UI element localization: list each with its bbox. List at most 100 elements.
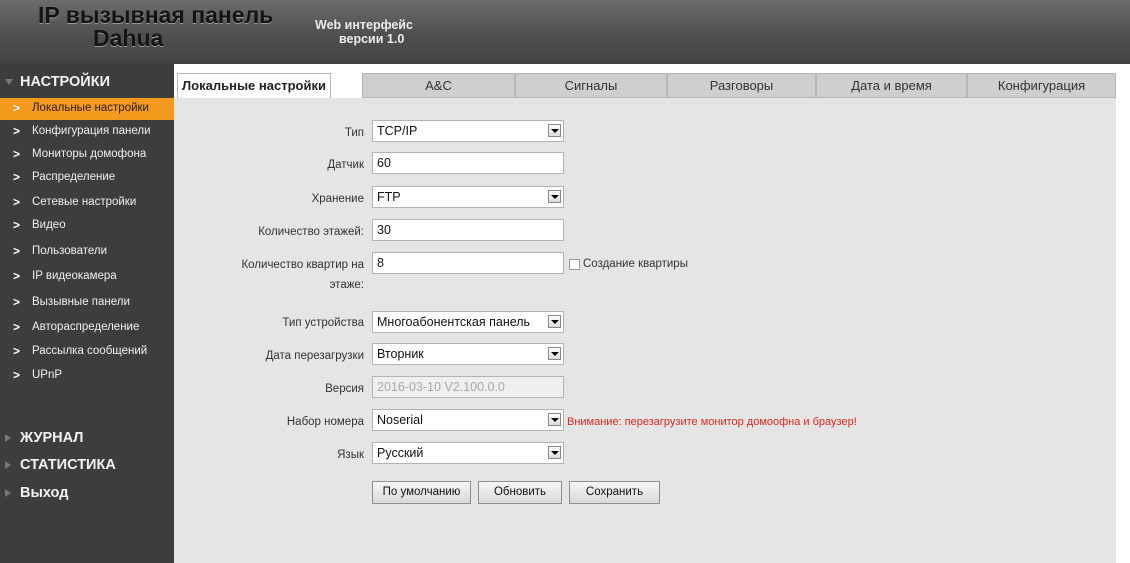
sidebar-item-label: Мониторы домофона <box>32 148 147 160</box>
sidebar-item-label: IP видеокамера <box>32 270 117 282</box>
device-type-select[interactable]: Многоабонентская панель <box>372 311 564 333</box>
sidebar-item-messages[interactable]: > Рассылка сообщений <box>0 341 174 363</box>
sidebar-section-label: НАСТРОЙКИ <box>20 74 111 90</box>
refresh-button[interactable]: Обновить <box>478 481 562 504</box>
sidebar-section-statistics[interactable]: СТАТИСТИКА <box>0 457 174 479</box>
tab-calls[interactable]: Разговоры <box>667 73 816 98</box>
language-select-value: Русский <box>377 446 424 460</box>
chevron-right-icon: > <box>13 295 21 309</box>
language-select[interactable]: Русский <box>372 442 564 464</box>
sidebar-section-label: ЖУРНАЛ <box>20 430 84 446</box>
storage-select-value: FTP <box>377 190 401 204</box>
storage-label: Хранение <box>311 193 364 205</box>
tab-alarms[interactable]: Сигналы <box>515 73 667 98</box>
sidebar-item-distribution[interactable]: > Распределение <box>0 167 174 189</box>
chevron-right-icon <box>5 461 11 469</box>
storage-select[interactable]: FTP <box>372 186 564 208</box>
device-type-select-value: Многоабонентская панель <box>377 315 531 329</box>
tab-bar: Локальные настройки A&C Сигналы Разговор… <box>174 73 1116 98</box>
sidebar: НАСТРОЙКИ > Локальные настройки > Конфиг… <box>0 64 174 563</box>
chevron-right-icon: > <box>13 170 21 184</box>
chevron-right-icon <box>5 489 11 497</box>
device-type-label: Тип устройства <box>282 317 364 329</box>
tab-date-time[interactable]: Дата и время <box>816 73 967 98</box>
chevron-down-icon[interactable] <box>548 124 561 137</box>
chevron-right-icon: > <box>13 147 21 161</box>
sidebar-section-label: Выход <box>20 485 69 501</box>
chevron-down-icon <box>5 79 13 85</box>
chevron-down-icon[interactable] <box>548 413 561 426</box>
sidebar-item-network[interactable]: > Сетевые настройки <box>0 192 174 214</box>
chevron-right-icon: > <box>13 195 21 209</box>
sidebar-item-monitors[interactable]: > Мониторы домофона <box>0 144 174 166</box>
type-select-value: TCP/IP <box>377 124 418 138</box>
apartments-input[interactable]: 8 <box>372 252 564 274</box>
sidebar-section-settings[interactable]: НАСТРОЙКИ <box>0 74 174 96</box>
sidebar-item-local-settings[interactable]: > Локальные настройки <box>0 98 174 120</box>
sidebar-section-label: СТАТИСТИКА <box>20 457 116 473</box>
tab-local-settings[interactable]: Локальные настройки <box>177 73 331 98</box>
tab-ac[interactable]: A&C <box>362 73 515 98</box>
sidebar-item-label: Конфигурация панели <box>32 125 151 137</box>
type-select[interactable]: TCP/IP <box>372 120 564 142</box>
chevron-right-icon: > <box>13 101 21 115</box>
create-apartment-checkbox[interactable] <box>569 259 580 270</box>
create-apartment-label: Создание квартиры <box>583 258 688 270</box>
sidebar-item-label: UPnP <box>32 369 63 381</box>
sidebar-item-label: Распределение <box>32 171 116 183</box>
sidebar-item-video[interactable]: > Видео <box>0 215 174 237</box>
dial-mode-label: Набор номера <box>286 416 364 428</box>
chevron-right-icon: > <box>13 244 21 258</box>
tab-configuration[interactable]: Конфигурация <box>967 73 1116 98</box>
save-button[interactable]: Сохранить <box>569 481 660 504</box>
chevron-right-icon: > <box>13 218 21 232</box>
apartments-label-line1: Количество квартир на <box>241 259 364 271</box>
apartments-label-line2: этаже: <box>329 279 364 291</box>
sidebar-item-label: Рассылка сообщений <box>32 345 148 357</box>
version-field: 2016-03-10 V2.100.0.0 <box>372 376 564 398</box>
chevron-down-icon[interactable] <box>548 190 561 203</box>
chevron-right-icon: > <box>13 344 21 358</box>
reboot-day-select-value: Вторник <box>377 347 424 361</box>
chevron-down-icon[interactable] <box>548 347 561 360</box>
page-edge <box>1116 64 1130 563</box>
chevron-down-icon[interactable] <box>548 446 561 459</box>
sidebar-item-label: Автораспределение <box>32 321 140 333</box>
chevron-down-icon[interactable] <box>548 315 561 328</box>
floors-label: Количество этажей: <box>258 226 364 238</box>
chevron-right-icon: > <box>13 368 21 382</box>
version-field-label: Версия <box>325 383 364 395</box>
chevron-right-icon: > <box>13 320 21 334</box>
chevron-right-icon <box>5 434 11 442</box>
dial-mode-select-value: Noserial <box>377 413 423 427</box>
sidebar-item-label: Локальные настройки <box>32 102 149 114</box>
sidebar-item-ip-camera[interactable]: > IP видеокамера <box>0 266 174 288</box>
language-label: Язык <box>337 449 364 461</box>
reboot-warning: Внимание: перезагрузите монитор домоофна… <box>567 416 857 428</box>
app-title-line2: Dahua <box>93 25 164 51</box>
chevron-right-icon: > <box>13 124 21 138</box>
default-button[interactable]: По умолчанию <box>372 481 471 504</box>
version-label: версии 1.0 <box>339 32 405 46</box>
sidebar-item-label: Сетевые настройки <box>32 196 137 208</box>
type-label: Тип <box>344 127 364 139</box>
sidebar-section-exit[interactable]: Выход <box>0 485 174 507</box>
chevron-right-icon: > <box>13 269 21 283</box>
sidebar-item-upnp[interactable]: > UPnP <box>0 365 174 387</box>
floors-input[interactable]: 30 <box>372 219 564 241</box>
sidebar-item-auto-distribution[interactable]: > Автораспределение <box>0 317 174 339</box>
sidebar-item-label: Вызывные панели <box>32 296 130 308</box>
reboot-day-label: Дата перезагрузки <box>265 350 364 362</box>
sensor-input[interactable]: 60 <box>372 152 564 174</box>
sidebar-item-label: Пользователи <box>32 245 108 257</box>
sidebar-item-call-panels[interactable]: > Вызывные панели <box>0 292 174 314</box>
sensor-label: Датчик <box>327 159 364 171</box>
sidebar-item-users[interactable]: > Пользователи <box>0 241 174 263</box>
header-bar: IP вызывная панель Dahua Web интерфейс в… <box>0 0 1130 64</box>
dial-mode-select[interactable]: Noserial <box>372 409 564 431</box>
sidebar-item-panel-config[interactable]: > Конфигурация панели <box>0 121 174 143</box>
web-interface-label: Web интерфейс <box>315 18 413 32</box>
reboot-day-select[interactable]: Вторник <box>372 343 564 365</box>
sidebar-item-label: Видео <box>32 219 66 231</box>
sidebar-section-journal[interactable]: ЖУРНАЛ <box>0 430 174 452</box>
